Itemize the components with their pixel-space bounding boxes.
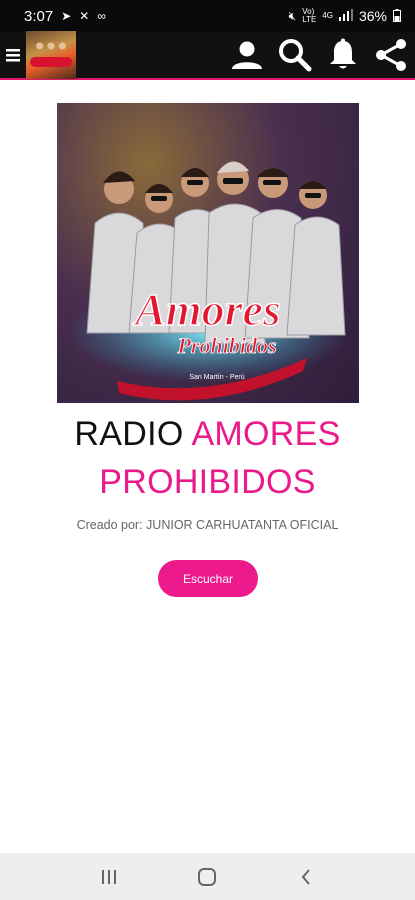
station-title: RADIO AMORES PROHIBIDOS [0, 410, 415, 506]
bell-icon [330, 38, 356, 69]
cover-logo-location: San Martín - Perú [189, 374, 244, 381]
back-icon [301, 868, 310, 885]
status-left: 3:07 ➤ ✕ ∞ [24, 8, 106, 25]
recent-apps-icon [102, 869, 117, 884]
battery-percent: 36% [358, 8, 387, 24]
menu-button[interactable] [0, 31, 26, 79]
volte-indicator: Vo) LTE [302, 8, 316, 24]
creator-text: Creado por: JUNIOR CARHUATANTA OFICIAL [76, 518, 339, 532]
cover-logo-title: Amores [132, 284, 281, 335]
listen-button[interactable]: Escuchar [158, 560, 258, 597]
signal-icon [338, 9, 353, 23]
cover-logo-subtitle: Prohibidos [176, 333, 276, 358]
station-logo-thumbnail[interactable] [26, 31, 76, 79]
share-icon [376, 39, 406, 71]
voicemail-icon: ∞ [97, 9, 106, 23]
home-button[interactable] [187, 857, 227, 897]
battery-icon [393, 8, 401, 24]
account-button[interactable] [223, 31, 271, 79]
home-icon [198, 867, 217, 886]
share-button[interactable] [367, 31, 415, 79]
menu-icon [6, 49, 20, 62]
account-icon [232, 41, 262, 69]
status-time: 3:07 [24, 7, 54, 25]
status-bar: 3:07 ➤ ✕ ∞ 🔇︎ Vo) LTE 4G 36% [0, 0, 415, 32]
cover-illustration: Amores Prohibidos San Martín - Perú [68, 161, 348, 401]
volte-bottom: LTE [302, 15, 317, 24]
system-navigation-bar [0, 853, 415, 900]
search-button[interactable] [271, 31, 319, 79]
network-type: 4G [322, 11, 333, 20]
station-cover-art: Amores Prohibidos San Martín - Perú [57, 103, 359, 403]
status-right: 🔇︎ Vo) LTE 4G 36% [289, 8, 401, 24]
app-bar [0, 31, 415, 80]
thumbnail-figures [32, 39, 70, 53]
search-icon [279, 39, 312, 72]
station-title-prefix: RADIO [74, 415, 184, 453]
tools-icon: ✕ [79, 9, 90, 23]
back-button[interactable] [286, 857, 326, 897]
telegram-icon: ➤ [61, 9, 72, 23]
mute-icon: 🔇︎ [288, 9, 297, 23]
app-actions [223, 31, 415, 79]
recent-apps-button[interactable] [89, 857, 129, 897]
thumbnail-banner [30, 57, 72, 67]
notifications-button[interactable] [319, 31, 367, 79]
